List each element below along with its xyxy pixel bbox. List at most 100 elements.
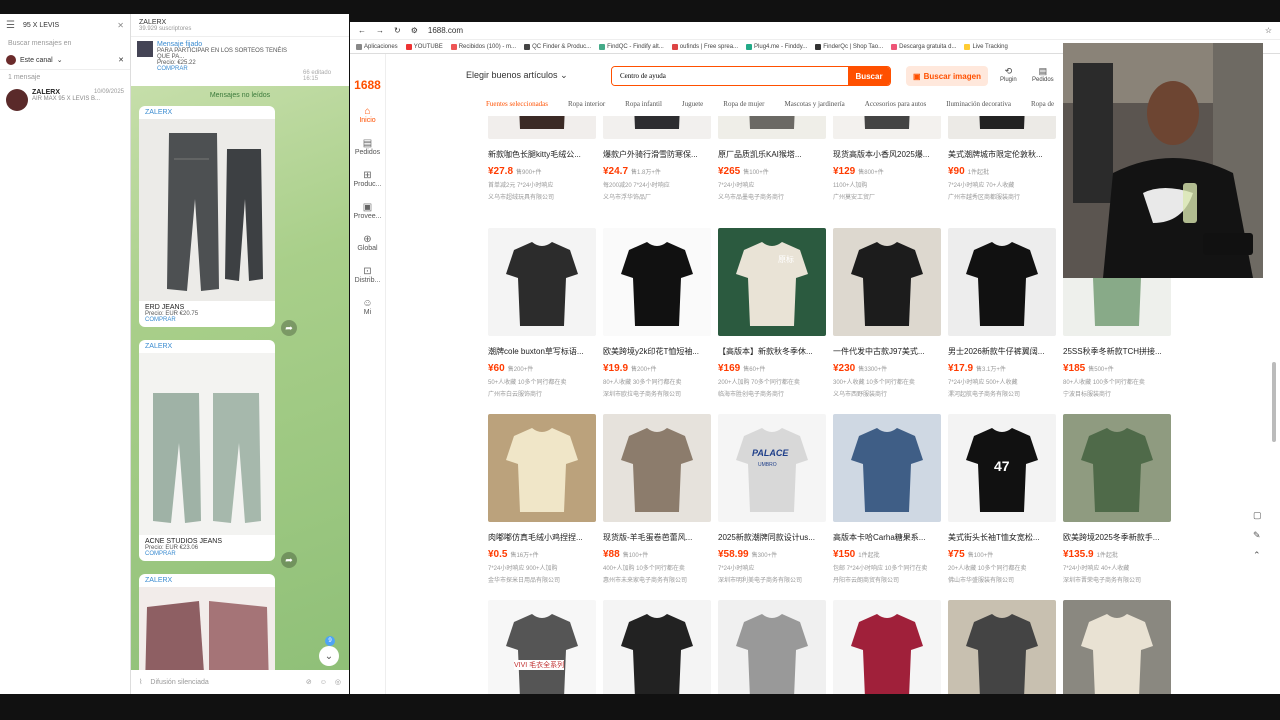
product-card[interactable]: 一件代发中古款J97美式... ¥230 售3300+件 300+人收藏 10多个同行… [833,228,941,398]
product-image[interactable]: VIVI 毛衣全系列 [488,600,596,694]
bookmark-item[interactable]: FinderQc | Shop Tao... [815,43,883,50]
product-image[interactable] [1063,600,1171,694]
sidebar-item-distrib[interactable]: ⊡ Distrib... [350,266,385,284]
product-supplier[interactable]: 广州莫安工贸厂 [833,192,941,201]
product-supplier[interactable]: 义乌市超绒玩具有限公司 [488,192,596,201]
channel-message[interactable]: ZALERX [139,574,275,684]
product-card[interactable]: 肉嘟嘟仿真毛绒小鸡捏捏... ¥0.5 售16万+件 7*24小时响应 900+人加购… [488,414,596,584]
product-image[interactable] [1063,414,1171,522]
product-image[interactable] [948,116,1056,139]
channel-header[interactable]: ZALERX 39.929 suscriptores [131,14,349,36]
product-card[interactable] [1063,600,1171,694]
product-title[interactable]: 潮牌cole buxton草写标语... [488,346,596,357]
search-button[interactable]: Buscar [848,67,890,85]
close-filter-icon[interactable]: ✕ [118,56,124,64]
product-title[interactable]: 25SS秋季冬新款TCH拼接... [1063,346,1171,357]
sidebar-item-mi[interactable]: ☺ Mi [350,298,385,316]
compose-bar[interactable]: ⌇ Difusión silenciada ⊘ ☺ ◎ [131,670,349,694]
product-title[interactable]: 美式潮牌城市限定伦敦秋... [948,149,1056,160]
url-field[interactable]: 1688.com [428,26,1255,35]
product-title[interactable]: 原厂品质凯乐KAI猴塔... [718,149,826,160]
orders-button[interactable]: ▤ Pedidos [1032,66,1054,83]
product-supplier[interactable]: 深圳市欧拉电子商务有限公司 [603,389,711,398]
product-supplier[interactable]: 惠州市未来家电子商务有限公司 [603,575,711,584]
mute-icon[interactable]: ⊘ [306,678,312,686]
product-card[interactable]: VIVI 毛衣全系列 [488,600,596,694]
product-card[interactable]: 欧美跨境2025冬季新款手... ¥135.9 1件起批 7*24小时响应 40+人收… [1063,414,1171,584]
bookmark-item[interactable]: QC Finder & Produc... [524,43,591,50]
search-result-item[interactable]: ZALERX 10/09/2025 AIR MAX 95 X LEVIS B... [0,85,130,115]
category-tab[interactable]: Ropa de [1031,100,1054,116]
product-image[interactable] [948,228,1056,336]
product-image[interactable] [488,228,596,336]
site-search-input[interactable] [612,67,848,85]
category-tab[interactable]: Ropa de mujer [723,100,764,116]
pinned-buy-link[interactable]: COMPRAR [157,66,299,72]
product-card[interactable]: PALACE UMBRO 2025新款潮牌同款设计us... ¥58.99 售300+件… [718,414,826,584]
attach-icon[interactable]: ⌇ [139,678,142,686]
bookmark-item[interactable]: Aplicaciones [356,43,398,50]
product-image[interactable]: PALACE UMBRO [718,414,826,522]
product-card[interactable] [948,600,1056,694]
product-image[interactable] [833,116,941,139]
product-card[interactable] [603,600,711,694]
product-title[interactable]: 现货高版本小香风2025爆... [833,149,941,160]
sidebar-item-inicio[interactable]: ⌂ Inicio [350,106,385,124]
product-card[interactable]: 原标 【高版本】新款秋冬季休... ¥169 售60+件 200+人加购 70多个同行都… [718,228,826,398]
category-tab[interactable]: Juguete [682,100,703,116]
product-title[interactable]: 一件代发中古款J97美式... [833,346,941,357]
category-tab[interactable]: Fuentes seleccionadas [486,100,548,116]
product-card[interactable]: 高版本卡哈Carha糖果系... ¥150 1件起批 包邮 7*24小时响应 10多个… [833,414,941,584]
channel-filter[interactable]: Este canal ⌄ ✕ [0,51,130,70]
product-title[interactable]: 现货版-羊毛蛋卷芭蕾风... [603,532,711,543]
category-tab[interactable]: Iluminación decorativa [946,100,1011,116]
category-tab[interactable]: Accesorios para autos [865,100,926,116]
product-image[interactable] [488,116,596,139]
product-title[interactable]: 爆款户外骑行滑雪防寒保... [603,149,711,160]
product-image[interactable] [833,414,941,522]
product-title[interactable]: 肉嘟嘟仿真毛绒小鸡捏捏... [488,532,596,543]
site-info-icon[interactable]: ⚙ [411,26,418,35]
forward-nav-icon[interactable]: → [376,26,384,35]
product-card[interactable]: 新款咖色长腿kitty毛绒公... ¥27.8 售900+件 首单减2元 7*24小时… [488,116,596,201]
product-card[interactable]: 现货版-羊毛蛋卷芭蕾风... ¥88 售100+件 400+人加购 10多个同行都在卖… [603,414,711,584]
sidebar-item-global[interactable]: ⊕ Global [350,234,385,252]
category-tab[interactable]: Ropa infantil [625,100,662,116]
product-image[interactable] [948,600,1056,694]
product-card[interactable]: 爆款户外骑行滑雪防寒保... ¥24.7 售1.8万+件 每200减20 7*24小时… [603,116,711,201]
product-card[interactable]: 现货高版本小香风2025爆... ¥129 售800+件 1100+人加购 广州莫安工贸… [833,116,941,201]
product-supplier[interactable]: 义乌市西野服装商行 [833,389,941,398]
product-title[interactable]: 欧美跨境y2k印花T恤短袖... [603,346,711,357]
product-supplier[interactable]: 金华市探米日用品有限公司 [488,575,596,584]
product-image[interactable] [603,600,711,694]
camera-icon[interactable]: ◎ [335,678,341,686]
sidebar-item-pedidos[interactable]: ▤ Pedidos [350,138,385,156]
star-icon[interactable]: ☆ [1265,26,1272,35]
sidebar-item-provee[interactable]: ▣ Provee... [350,202,385,220]
sidebar-item-produc[interactable]: ⊞ Produc... [350,170,385,188]
product-supplier[interactable]: 丹阳市云朗商贸有限公司 [833,575,941,584]
telegram-search-bar[interactable]: ☰ 95 X LEVIS ✕ [0,14,130,36]
product-card[interactable]: 男士2026新款牛仔裤翼阔... ¥17.9 售3.1万+件 7*24小时响应 500… [948,228,1056,398]
product-card[interactable]: 欧美跨境y2k印花T恤短袖... ¥19.9 售200+件 80+人收藏 30多个同行… [603,228,711,398]
menu-icon[interactable]: ☰ [6,20,15,31]
channel-message[interactable]: ZALERX ACNE STUDIOS JEANS Precio: EUR €2… [139,340,275,561]
product-supplier[interactable]: 深圳市晋荣电子商务有限公司 [1063,575,1171,584]
category-tab[interactable]: Ropa interior [568,100,605,116]
product-supplier[interactable]: 广州市白云服饰商行 [488,389,596,398]
product-title[interactable]: 2025新款潮牌同款设计us... [718,532,826,543]
bookmark-item[interactable]: YOUTUBE [405,43,443,50]
channel-message[interactable]: ZALERX ERD JEANS Precio: EUR €20.75 COMP… [139,106,275,327]
product-supplier[interactable]: 佛山市华盛服装有限公司 [948,575,1056,584]
product-image[interactable] [603,228,711,336]
product-supplier[interactable]: 漯河起航电子商务有限公司 [948,389,1056,398]
pinned-message[interactable]: Mensaje fijado PARA PARTICIPAR EN LOS SO… [131,36,349,86]
product-image[interactable] [488,414,596,522]
product-image[interactable]: 原标 [718,228,826,336]
product-supplier[interactable]: 临海市胜创电子商务商行 [718,389,826,398]
buy-link[interactable]: COMPRAR [139,551,275,561]
product-title[interactable]: 高版本卡哈Carha糖果系... [833,532,941,543]
back-icon[interactable]: ← [358,26,366,35]
reload-icon[interactable]: ↻ [394,26,401,35]
category-select[interactable]: Elegir buenos artículos ⌄ [466,70,568,81]
